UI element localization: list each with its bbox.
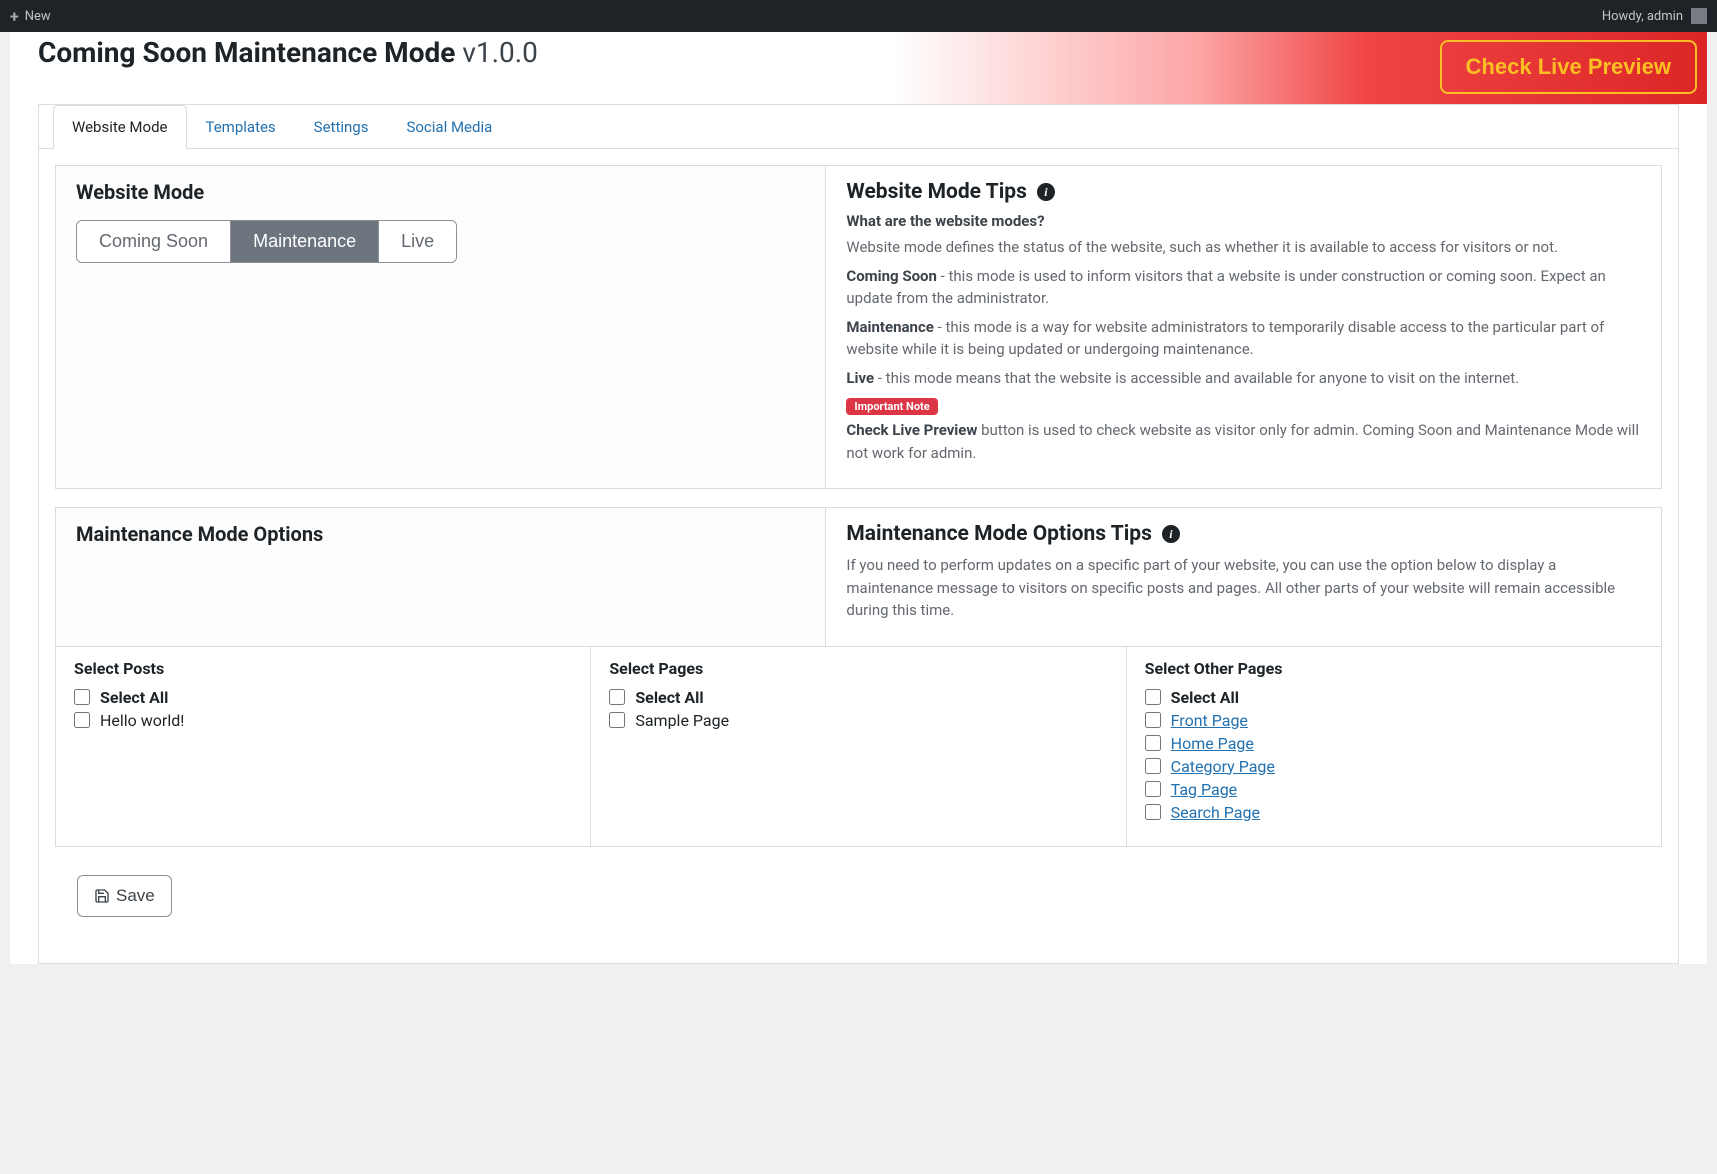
tab-panel: Website Mode Coming Soon Maintenance Liv… <box>39 149 1678 963</box>
tips-mn-label: Maintenance <box>846 318 933 336</box>
tips-cs-label: Coming Soon <box>846 267 937 285</box>
mode-coming-soon-button[interactable]: Coming Soon <box>77 221 230 262</box>
select-pages-all[interactable]: Select All <box>609 688 1107 707</box>
website-mode-panel: Website Mode Coming Soon Maintenance Liv… <box>55 165 1662 489</box>
options-tips: Maintenance Mode Options Tips i If you n… <box>826 508 1661 646</box>
website-mode-left: Website Mode Coming Soon Maintenance Liv… <box>56 166 826 488</box>
other-link-category-page[interactable]: Category Page <box>1171 757 1275 776</box>
page-header: Coming Soon Maintenance Mode v1.0.0 Chec… <box>10 32 1707 104</box>
tabs-container: Website Mode Templates Settings Social M… <box>38 104 1679 964</box>
select-pages-all-checkbox[interactable] <box>609 689 625 705</box>
tips-lv-text: - this mode means that the website is ac… <box>874 369 1519 387</box>
tips-coming-soon: Coming Soon - this mode is used to infor… <box>846 265 1641 310</box>
select-posts-all-checkbox[interactable] <box>74 689 90 705</box>
select-pages-all-label: Select All <box>635 688 703 707</box>
other-link-search-page[interactable]: Search Page <box>1171 803 1260 822</box>
tips-maintenance: Maintenance - this mode is a way for web… <box>846 316 1641 361</box>
page-checkbox[interactable] <box>609 712 625 728</box>
tips-note-strong: Check Live Preview <box>846 421 977 439</box>
admin-bar-new[interactable]: + New <box>10 7 51 26</box>
options-panel: Maintenance Mode Options Maintenance Mod… <box>55 507 1662 646</box>
mode-button-group: Coming Soon Maintenance Live <box>76 220 457 263</box>
page-title: Coming Soon Maintenance Mode v1.0.0 <box>38 32 538 69</box>
admin-bar-new-label: New <box>25 9 51 24</box>
list-item[interactable]: Tag Page <box>1145 780 1643 799</box>
other-checkbox[interactable] <box>1145 781 1161 797</box>
tips-question: What are the website modes? <box>846 212 1641 230</box>
select-row: Select Posts Select All Hello world! Sel… <box>55 646 1662 847</box>
select-posts-all[interactable]: Select All <box>74 688 572 707</box>
plus-icon: + <box>10 7 19 26</box>
tips-live: Live - this mode means that the website … <box>846 367 1641 390</box>
list-item[interactable]: Category Page <box>1145 757 1643 776</box>
mode-live-button[interactable]: Live <box>378 221 456 262</box>
tab-settings[interactable]: Settings <box>295 105 388 149</box>
page-title-text: Coming Soon Maintenance Mode <box>38 36 455 69</box>
page-wrap: Coming Soon Maintenance Mode v1.0.0 Chec… <box>10 32 1707 964</box>
options-tips-title: Maintenance Mode Options Tips i <box>846 522 1641 546</box>
select-other-col: Select Other Pages Select All Front Page… <box>1126 647 1661 846</box>
select-pages-heading: Select Pages <box>609 659 1107 678</box>
save-button-label: Save <box>116 886 155 906</box>
admin-bar-user[interactable]: Howdy, admin <box>1602 8 1707 24</box>
select-posts-heading: Select Posts <box>74 659 572 678</box>
list-item[interactable]: Search Page <box>1145 803 1643 822</box>
select-pages-col: Select Pages Select All Sample Page <box>590 647 1125 846</box>
important-note-badge: Important Note <box>846 398 937 415</box>
tips-intro: Website mode defines the status of the w… <box>846 236 1641 259</box>
select-posts-col: Select Posts Select All Hello world! <box>56 647 590 846</box>
save-icon <box>94 888 110 904</box>
other-link-front-page[interactable]: Front Page <box>1171 711 1248 730</box>
other-checkbox[interactable] <box>1145 804 1161 820</box>
avatar <box>1691 8 1707 24</box>
options-tips-text: If you need to perform updates on a spec… <box>846 554 1641 622</box>
post-label: Hello world! <box>100 711 184 730</box>
other-link-home-page[interactable]: Home Page <box>1171 734 1254 753</box>
website-mode-title: Website Mode <box>76 180 805 204</box>
admin-bar-howdy: Howdy, admin <box>1602 9 1683 24</box>
check-live-preview-button[interactable]: Check Live Preview <box>1440 40 1697 94</box>
save-button[interactable]: Save <box>77 875 172 917</box>
tab-templates[interactable]: Templates <box>187 105 295 149</box>
info-icon: i <box>1037 183 1055 201</box>
tips-title-text: Website Mode Tips <box>846 180 1026 204</box>
select-other-all-checkbox[interactable] <box>1145 689 1161 705</box>
list-item[interactable]: Sample Page <box>609 711 1107 730</box>
tips-cs-text: - this mode is used to inform visitors t… <box>846 267 1605 308</box>
mode-maintenance-button[interactable]: Maintenance <box>230 221 378 262</box>
website-mode-tips-title: Website Mode Tips i <box>846 180 1641 204</box>
list-item[interactable]: Home Page <box>1145 734 1643 753</box>
tips-lv-label: Live <box>846 369 874 387</box>
other-checkbox[interactable] <box>1145 758 1161 774</box>
other-checkbox[interactable] <box>1145 712 1161 728</box>
admin-bar: + New Howdy, admin <box>0 0 1717 32</box>
select-other-all[interactable]: Select All <box>1145 688 1643 707</box>
tips-mn-text: - this mode is a way for website adminis… <box>846 318 1604 359</box>
other-checkbox[interactable] <box>1145 735 1161 751</box>
options-left: Maintenance Mode Options <box>56 508 826 646</box>
select-posts-all-label: Select All <box>100 688 168 707</box>
options-tips-title-text: Maintenance Mode Options Tips <box>846 522 1152 546</box>
list-item[interactable]: Hello world! <box>74 711 572 730</box>
options-title: Maintenance Mode Options <box>76 522 805 546</box>
tab-website-mode[interactable]: Website Mode <box>53 105 187 149</box>
post-checkbox[interactable] <box>74 712 90 728</box>
page-label: Sample Page <box>635 711 729 730</box>
other-link-tag-page[interactable]: Tag Page <box>1171 780 1238 799</box>
select-other-all-label: Select All <box>1171 688 1239 707</box>
info-icon: i <box>1162 525 1180 543</box>
tabs: Website Mode Templates Settings Social M… <box>39 105 1678 149</box>
website-mode-tips: Website Mode Tips i What are the website… <box>826 166 1661 488</box>
tips-note: Check Live Preview button is used to che… <box>846 419 1641 464</box>
page-version: v1.0.0 <box>462 36 538 69</box>
select-other-heading: Select Other Pages <box>1145 659 1643 678</box>
tab-social-media[interactable]: Social Media <box>387 105 511 149</box>
list-item[interactable]: Front Page <box>1145 711 1643 730</box>
